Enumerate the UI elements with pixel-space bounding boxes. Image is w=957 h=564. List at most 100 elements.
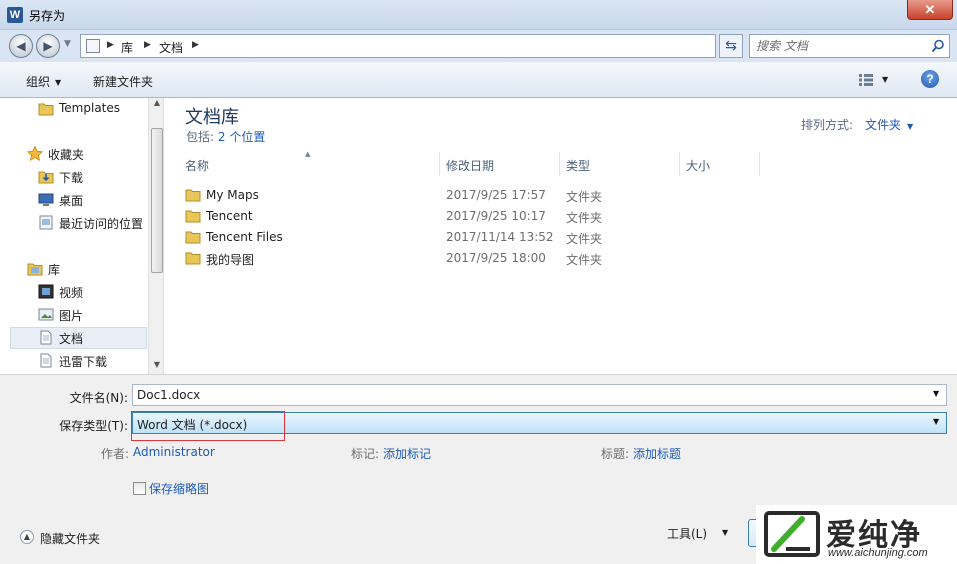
sidebar-item-thunder-downloads[interactable]: 迅雷下载 bbox=[10, 350, 147, 372]
view-options-icon[interactable] bbox=[859, 74, 873, 86]
scroll-up-arrow-icon[interactable]: ▲ bbox=[149, 98, 163, 112]
sidebar-item-pictures[interactable]: 图片 bbox=[10, 304, 147, 326]
address-folder-icon bbox=[86, 39, 100, 53]
search-box[interactable] bbox=[749, 34, 950, 58]
document-icon bbox=[40, 330, 52, 345]
folder-icon bbox=[38, 103, 54, 116]
scroll-down-arrow-icon[interactable]: ▼ bbox=[149, 360, 163, 374]
includes-locations-link[interactable]: 2 个位置 bbox=[218, 130, 265, 144]
sidebar-item-label: Templates bbox=[59, 101, 121, 115]
filename-dropdown-icon[interactable]: ▼ bbox=[933, 389, 939, 398]
table-row[interactable]: My Maps 2017/9/25 17:57 文件夹 bbox=[179, 185, 759, 206]
save-thumbnail-label[interactable]: 保存缩略图 bbox=[149, 480, 209, 497]
folder-icon bbox=[185, 189, 201, 202]
recent-pages-chevron-icon[interactable]: ▼ bbox=[64, 39, 71, 49]
column-header-type[interactable]: 类型 bbox=[560, 152, 680, 176]
scrollbar-thumb[interactable] bbox=[151, 128, 163, 273]
file-type: 文件夹 bbox=[566, 253, 603, 267]
sidebar-item-favorites[interactable]: 收藏夹 bbox=[10, 143, 147, 165]
author-field[interactable]: Administrator bbox=[133, 445, 215, 459]
breadcrumb-arrow-icon[interactable]: ▶ bbox=[192, 40, 199, 50]
breadcrumb-arrow-icon[interactable]: ▶ bbox=[107, 40, 114, 50]
video-icon bbox=[38, 284, 54, 299]
column-header-size[interactable]: 大小 bbox=[680, 152, 760, 176]
sidebar-item-label: 视频 bbox=[59, 286, 84, 300]
word-app-icon: W bbox=[7, 7, 23, 23]
help-button[interactable]: ? bbox=[921, 70, 939, 88]
tools-button[interactable]: 工具(L) bbox=[667, 525, 707, 542]
breadcrumb-arrow-icon[interactable]: ▶ bbox=[144, 40, 151, 50]
sidebar-item-recent-places[interactable]: 最近访问的位置 bbox=[10, 212, 147, 234]
organize-button[interactable]: 组织 ▼ bbox=[26, 73, 61, 90]
breadcrumb-library[interactable]: 库 bbox=[121, 39, 133, 56]
includes-label: 包括: bbox=[186, 130, 215, 144]
folder-icon bbox=[185, 210, 201, 223]
file-list-pane: 文档库 包括: 2 个位置 排列方式: 文件夹 ▼ ▲ 名称 修改日期 类型 大小… bbox=[165, 98, 957, 374]
logo-mark-icon bbox=[764, 511, 820, 557]
file-date: 2017/9/25 17:57 bbox=[446, 188, 546, 202]
filetype-dropdown-icon[interactable]: ▼ bbox=[933, 417, 939, 426]
subject-field[interactable]: 添加标题 bbox=[633, 445, 681, 462]
sidebar-item-videos[interactable]: 视频 bbox=[10, 281, 147, 303]
document-icon bbox=[40, 353, 52, 368]
file-name: Tencent Files bbox=[206, 230, 283, 244]
file-date: 2017/9/25 10:17 bbox=[446, 209, 546, 223]
file-date: 2017/9/25 18:00 bbox=[446, 251, 546, 265]
sidebar-item-label: 库 bbox=[48, 263, 61, 277]
new-folder-button[interactable]: 新建文件夹 bbox=[93, 73, 153, 90]
back-button[interactable]: ◀ bbox=[9, 34, 33, 58]
file-name: Tencent bbox=[206, 209, 253, 223]
address-bar[interactable]: ▶ 库 ▶ 文档 ▶ ▼ bbox=[80, 34, 788, 58]
library-title: 文档库 bbox=[185, 107, 239, 128]
save-thumbnail-checkbox[interactable] bbox=[133, 482, 146, 495]
sidebar-item-downloads[interactable]: 下载 bbox=[10, 166, 147, 188]
collapse-up-icon[interactable]: ▲ bbox=[20, 530, 34, 544]
table-row[interactable]: Tencent Files 2017/11/14 13:52 文件夹 bbox=[179, 227, 759, 248]
library-icon bbox=[27, 263, 43, 276]
file-type: 文件夹 bbox=[566, 211, 603, 225]
filename-label: 文件名(N): bbox=[69, 391, 128, 405]
arrange-by-dropdown[interactable]: 文件夹 ▼ bbox=[865, 116, 913, 133]
navigation-pane: Templates 收藏夹 下载 桌面 最近访问的位置 库 视频 图片 文档 迅… bbox=[0, 98, 164, 374]
forward-button[interactable]: ▶ bbox=[36, 34, 60, 58]
folder-icon bbox=[185, 231, 201, 244]
title-bar: W 另存为 ✕ bbox=[0, 0, 957, 30]
command-toolbar: 组织 ▼ 新建文件夹 ▼ ? bbox=[0, 62, 957, 98]
address-row: ◀ ▶ ▼ ▶ 库 ▶ 文档 ▶ ▼ ⇆ bbox=[0, 30, 957, 62]
download-folder-icon bbox=[38, 171, 54, 184]
sidebar-item-label: 下载 bbox=[59, 171, 84, 185]
desktop-icon bbox=[38, 193, 54, 206]
watermark-url: www.aichunjing.com bbox=[828, 547, 928, 559]
watermark-logo: 爱纯净 www.aichunjing.com bbox=[756, 505, 957, 564]
view-dropdown-icon[interactable]: ▼ bbox=[882, 75, 888, 84]
search-icon[interactable] bbox=[931, 39, 945, 53]
search-input[interactable] bbox=[756, 38, 926, 54]
file-type: 文件夹 bbox=[566, 190, 603, 204]
sidebar-item-desktop[interactable]: 桌面 bbox=[10, 189, 147, 211]
sidebar-item-label: 迅雷下载 bbox=[59, 355, 108, 369]
file-type: 文件夹 bbox=[566, 232, 603, 246]
table-row[interactable]: 我的导图 2017/9/25 18:00 文件夹 bbox=[179, 248, 759, 269]
chevron-down-icon: ▼ bbox=[55, 78, 62, 87]
navigation-scrollbar[interactable]: ▲ ▼ bbox=[148, 98, 163, 374]
library-includes: 包括: 2 个位置 bbox=[186, 128, 265, 145]
refresh-button[interactable]: ⇆ bbox=[719, 34, 743, 58]
column-header-date[interactable]: 修改日期 bbox=[440, 152, 560, 176]
column-header-name[interactable]: 名称 bbox=[179, 152, 440, 176]
recent-places-icon bbox=[39, 215, 53, 230]
sidebar-item-documents[interactable]: 文档 bbox=[10, 327, 147, 349]
annotation-highlight-box bbox=[131, 411, 285, 441]
sidebar-item-label: 桌面 bbox=[59, 194, 84, 208]
sidebar-item-libraries[interactable]: 库 bbox=[10, 258, 147, 280]
sidebar-item-templates[interactable]: Templates bbox=[10, 98, 147, 120]
close-button[interactable]: ✕ bbox=[907, 0, 953, 20]
hide-folders-button[interactable]: 隐藏文件夹 bbox=[40, 530, 100, 547]
filename-field[interactable]: Doc1.docx ▼ bbox=[132, 384, 947, 406]
filetype-label: 保存类型(T): bbox=[59, 419, 128, 433]
tools-dropdown-icon[interactable]: ▼ bbox=[722, 528, 728, 537]
arrange-by-value: 文件夹 bbox=[865, 118, 902, 132]
breadcrumb-documents[interactable]: 文档 bbox=[159, 39, 183, 56]
table-row[interactable]: Tencent 2017/9/25 10:17 文件夹 bbox=[179, 206, 759, 227]
tags-field[interactable]: 添加标记 bbox=[383, 445, 431, 462]
folder-icon bbox=[185, 252, 201, 265]
